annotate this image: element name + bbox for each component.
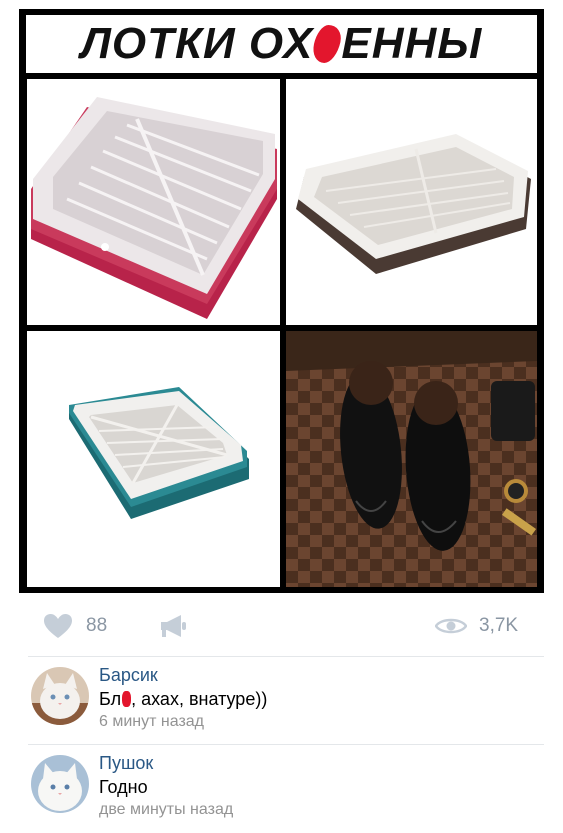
comment-text: Годно xyxy=(99,777,148,797)
panel-litter-tray-teal xyxy=(27,331,280,587)
litter-tray-teal-image xyxy=(69,387,249,519)
comment-time[interactable]: 6 минут назад xyxy=(99,713,204,731)
comment-text: Бл , ахах, внатуре)) xyxy=(99,689,267,710)
heart-icon[interactable] xyxy=(43,613,73,639)
white-kitten-avatar[interactable] xyxy=(31,755,89,813)
post-actions: 88 3,7K xyxy=(0,603,563,649)
comment-text-after: , ахах, внатуре)) xyxy=(131,689,268,709)
comment-item: Барсик Бл , ахах, внатуре)) 6 минут назад xyxy=(0,659,563,745)
like-count: 88 xyxy=(86,615,108,636)
comment-item: Пушок Годно две минуты назад xyxy=(0,747,563,833)
meme-image[interactable]: ЛОТКИ ОХ ЕННЫ xyxy=(19,9,544,593)
meme-title-part1: ЛОТКИ ОХ xyxy=(80,19,314,68)
view-count: 3,7K xyxy=(479,615,519,636)
eye-icon xyxy=(435,618,467,634)
white-cat-avatar[interactable] xyxy=(31,667,89,725)
panel-litter-tray-brown xyxy=(286,79,537,325)
litter-tray-pink-image xyxy=(31,97,277,319)
meme-title: ЛОТКИ ОХ ЕННЫ xyxy=(26,15,537,73)
megaphone-icon[interactable] xyxy=(158,613,188,639)
panel-black-shoes xyxy=(286,331,537,587)
comment-author[interactable]: Пушок xyxy=(99,753,153,774)
comment-author[interactable]: Барсик xyxy=(99,665,158,686)
comment-time[interactable]: две минуты назад xyxy=(99,801,233,819)
panel-litter-tray-pink xyxy=(27,79,280,325)
litter-tray-brown-image xyxy=(296,134,531,274)
comment-text-before: Бл xyxy=(99,689,122,709)
divider xyxy=(28,744,544,745)
black-shoes-image xyxy=(286,331,537,587)
censor-blob xyxy=(310,25,345,63)
divider xyxy=(28,656,544,657)
censor-mark xyxy=(122,691,132,707)
meme-title-part2: ЕННЫ xyxy=(341,19,483,68)
